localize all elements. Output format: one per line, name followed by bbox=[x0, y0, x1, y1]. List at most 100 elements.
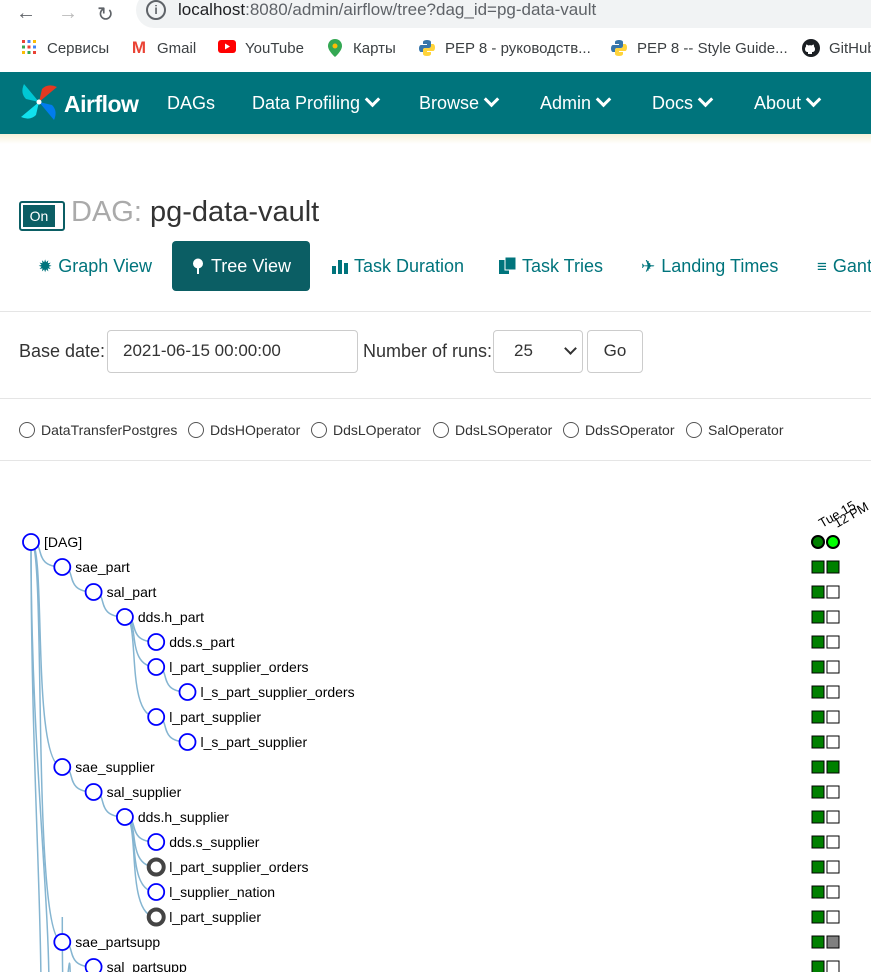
bookmark-gmail[interactable]: M Gmail bbox=[130, 39, 196, 57]
task-instance-square[interactable] bbox=[826, 860, 840, 874]
task-node[interactable] bbox=[84, 958, 103, 972]
tab-landing-times[interactable]: ✈ Landing Times bbox=[641, 241, 778, 291]
task-instance-square[interactable] bbox=[811, 910, 825, 924]
task-instance-square[interactable] bbox=[811, 585, 825, 599]
task-node[interactable] bbox=[147, 708, 166, 726]
task-node[interactable] bbox=[116, 808, 134, 826]
legend-ddsloperator[interactable]: DdsLOperator bbox=[311, 419, 421, 441]
task-instance-square[interactable] bbox=[811, 960, 825, 972]
task-instance-square[interactable] bbox=[811, 685, 825, 699]
nav-dags[interactable]: DAGs bbox=[167, 93, 215, 114]
task-instance-square[interactable] bbox=[826, 610, 840, 624]
nav-data-profiling[interactable]: Data Profiling bbox=[252, 91, 381, 114]
task-instance-square[interactable] bbox=[811, 785, 825, 799]
task-node[interactable] bbox=[116, 608, 134, 626]
task-instance-square[interactable] bbox=[826, 660, 840, 674]
bookmark-services[interactable]: Сервисы bbox=[20, 39, 109, 57]
task-instance-square[interactable] bbox=[811, 560, 825, 574]
task-node[interactable] bbox=[84, 783, 103, 801]
bookmark-pep8-style[interactable]: PEP 8 -- Style Guide... bbox=[610, 39, 788, 57]
task-node[interactable] bbox=[53, 558, 72, 576]
tree-link bbox=[124, 816, 157, 893]
task-node[interactable] bbox=[147, 883, 166, 901]
task-node[interactable] bbox=[178, 733, 197, 751]
task-instance-square[interactable] bbox=[811, 710, 825, 724]
task-label: l_s_part_supplier_orders bbox=[201, 684, 355, 700]
bookmark-maps[interactable]: Карты bbox=[326, 39, 396, 57]
task-node[interactable] bbox=[178, 683, 197, 701]
python-icon bbox=[610, 39, 628, 57]
nav-about[interactable]: About bbox=[754, 91, 822, 114]
forward-arrow-icon[interactable]: → bbox=[58, 2, 78, 25]
task-instance-square[interactable] bbox=[826, 635, 840, 649]
youtube-icon bbox=[218, 39, 236, 57]
num-runs-select[interactable]: 25 bbox=[493, 330, 583, 373]
legend-datatransferpostgres[interactable]: DataTransferPostgres bbox=[19, 419, 177, 441]
tab-graph-view[interactable]: ✹ Graph View bbox=[38, 241, 152, 291]
task-instance-square[interactable] bbox=[826, 760, 840, 774]
tab-task-duration[interactable]: Task Duration bbox=[332, 241, 464, 291]
task-instance-square[interactable] bbox=[811, 660, 825, 674]
url-text[interactable]: localhost:8080/admin/airflow/tree?dag_id… bbox=[178, 0, 596, 20]
task-node[interactable] bbox=[147, 658, 166, 676]
python-icon bbox=[418, 39, 436, 57]
task-instance-square[interactable] bbox=[811, 860, 825, 874]
task-node[interactable] bbox=[146, 857, 166, 877]
legend-saloperator[interactable]: SalOperator bbox=[686, 419, 783, 441]
task-instance-square[interactable] bbox=[811, 735, 825, 749]
task-instance-square[interactable] bbox=[826, 810, 840, 824]
task-instance-square[interactable] bbox=[811, 760, 825, 774]
dag-pause-toggle[interactable]: On bbox=[19, 201, 65, 231]
legend-ddshoperator[interactable]: DdsHOperator bbox=[188, 419, 300, 441]
reload-icon[interactable]: ↻ bbox=[97, 2, 114, 27]
page-title: DAG: pg-data-vault bbox=[71, 196, 319, 229]
tab-task-tries[interactable]: Task Tries bbox=[499, 241, 603, 291]
task-instance-square[interactable] bbox=[826, 885, 840, 899]
files-icon bbox=[499, 242, 517, 292]
task-instance-square[interactable] bbox=[826, 560, 840, 574]
dag-root-node[interactable] bbox=[22, 533, 40, 551]
task-instance-square[interactable] bbox=[826, 735, 840, 749]
task-instance-square[interactable] bbox=[811, 935, 825, 949]
dag-run-circle[interactable] bbox=[811, 535, 825, 549]
tab-gantt[interactable]: ≡ Gantt bbox=[817, 241, 871, 291]
legend-ddssoperator[interactable]: DdsSOperator bbox=[563, 419, 674, 441]
tab-tree-view[interactable]: Tree View bbox=[172, 241, 310, 291]
task-node[interactable] bbox=[53, 933, 72, 951]
legend-ddslsoperator[interactable]: DdsLSOperator bbox=[433, 419, 552, 441]
go-button[interactable]: Go bbox=[587, 330, 643, 373]
task-instance-square[interactable] bbox=[826, 685, 840, 699]
url-host: localhost bbox=[178, 0, 246, 19]
nav-admin[interactable]: Admin bbox=[540, 91, 612, 114]
task-instance-square[interactable] bbox=[826, 935, 840, 949]
task-node[interactable] bbox=[147, 833, 166, 851]
task-instance-square[interactable] bbox=[811, 810, 825, 824]
task-node[interactable] bbox=[146, 907, 166, 927]
base-date-input[interactable]: 2021-06-15 00:00:00 bbox=[107, 330, 358, 373]
task-instance-square[interactable] bbox=[811, 835, 825, 849]
back-arrow-icon[interactable]: ← bbox=[16, 2, 36, 25]
task-instance-square[interactable] bbox=[826, 785, 840, 799]
task-instance-square[interactable] bbox=[811, 635, 825, 649]
task-instance-square[interactable] bbox=[811, 610, 825, 624]
bookmark-pep8-ru[interactable]: PEP 8 - руководств... bbox=[418, 39, 591, 57]
nav-browse[interactable]: Browse bbox=[419, 91, 500, 114]
tab-label: Task Tries bbox=[522, 256, 604, 276]
task-node[interactable] bbox=[53, 758, 72, 776]
task-instance-square[interactable] bbox=[826, 710, 840, 724]
task-instance-square[interactable] bbox=[826, 585, 840, 599]
task-instance-square[interactable] bbox=[811, 885, 825, 899]
airflow-brand[interactable]: Airflow bbox=[18, 82, 139, 126]
chevron-down-icon bbox=[595, 91, 612, 108]
dag-run-circle[interactable] bbox=[826, 535, 840, 549]
task-instance-square[interactable] bbox=[826, 960, 840, 972]
task-instance-square[interactable] bbox=[826, 835, 840, 849]
task-node[interactable] bbox=[84, 583, 103, 601]
info-icon[interactable]: i bbox=[146, 0, 166, 20]
task-instance-square[interactable] bbox=[826, 910, 840, 924]
task-node[interactable] bbox=[147, 633, 166, 651]
nav-docs[interactable]: Docs bbox=[652, 91, 714, 114]
legend-circle bbox=[563, 422, 579, 438]
bookmark-github[interactable]: GitHub bbox=[802, 39, 871, 57]
bookmark-youtube[interactable]: YouTube bbox=[218, 39, 304, 57]
